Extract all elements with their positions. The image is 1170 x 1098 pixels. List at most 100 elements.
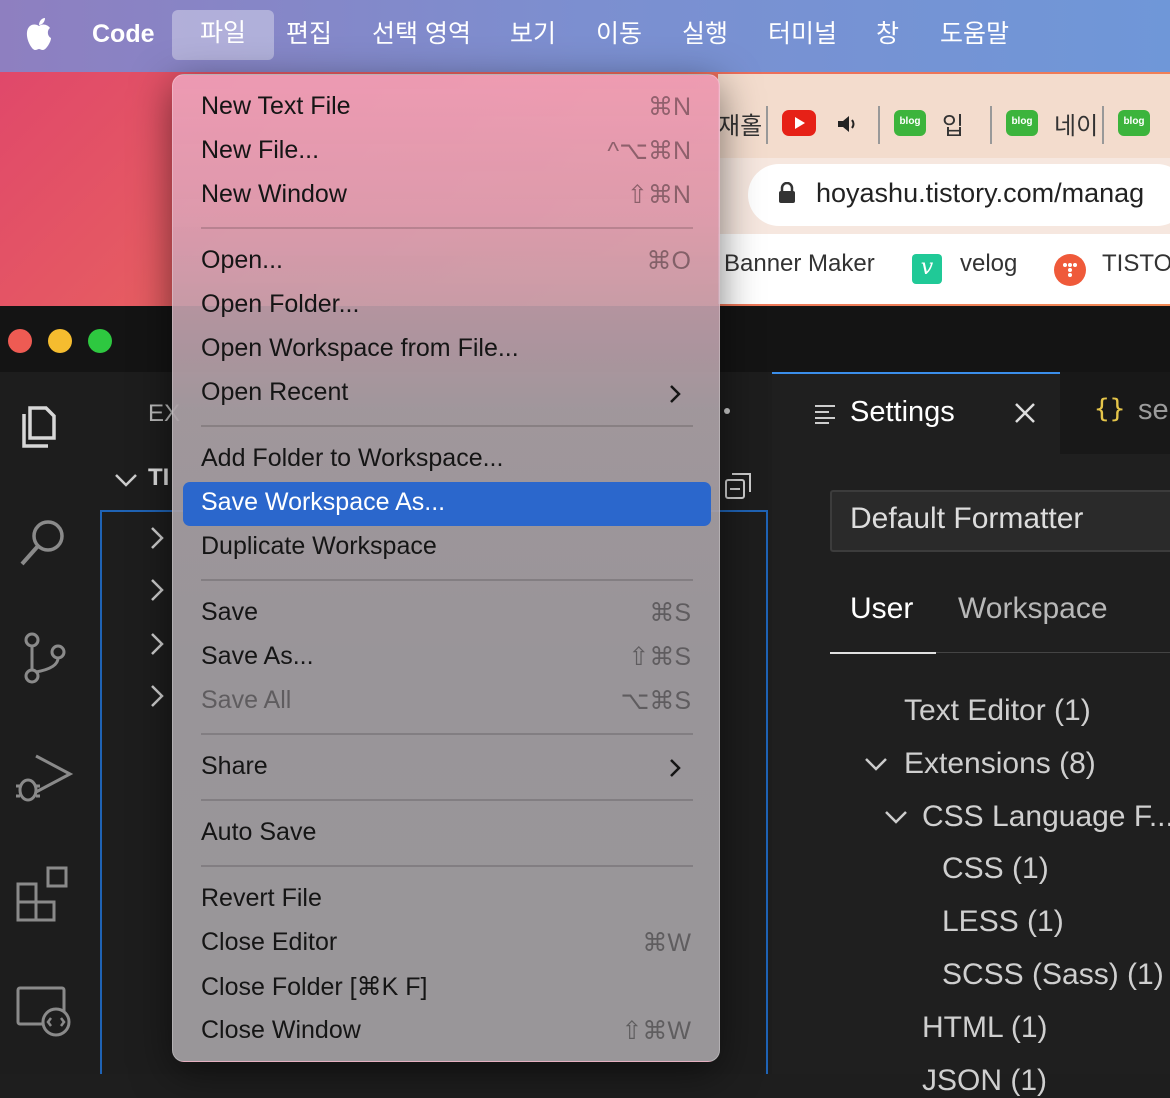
menu-selection[interactable]: 선택 영역 (372, 0, 471, 72)
tab-separator (990, 106, 992, 144)
tab-settings-json-label[interactable]: se (1138, 394, 1169, 427)
search-icon[interactable] (14, 512, 74, 572)
menu-item-add-folder[interactable]: Add Folder to Workspace... (183, 438, 711, 482)
workspace-section-title[interactable]: TI (148, 464, 169, 492)
close-window-button[interactable] (8, 329, 32, 353)
tab-settings[interactable]: Settings (772, 372, 1060, 454)
menu-shortcut: ⌥⌘S (620, 687, 691, 715)
menu-item-new-text-file[interactable]: New Text File ⌘N (183, 86, 711, 130)
menu-item-label: New File... (201, 136, 320, 164)
chevron-right-icon[interactable] (150, 632, 164, 656)
menu-item-new-window[interactable]: New Window ⇧⌘N (183, 174, 711, 218)
toc-item-css-language[interactable]: CSS Language F... (922, 800, 1170, 834)
bookmark-velog[interactable]: velog (960, 250, 1017, 278)
menu-item-open-workspace[interactable]: Open Workspace from File... (183, 328, 711, 372)
chevron-down-icon[interactable] (864, 756, 888, 772)
menu-item-label: Open Folder... (201, 290, 360, 318)
menu-item-close-editor[interactable]: Close Editor ⌘W (183, 922, 711, 966)
minimize-window-button[interactable] (48, 329, 72, 353)
menu-item-new-file[interactable]: New File... ^⌥⌘N (183, 130, 711, 174)
more-actions-icon[interactable] (724, 408, 730, 414)
activity-bar (0, 372, 100, 1074)
extensions-icon[interactable] (14, 862, 74, 922)
menu-shortcut: ⇧⌘W (621, 1017, 691, 1045)
toc-item-json[interactable]: JSON (1) (922, 1064, 1047, 1098)
menu-shortcut: ⌘O (646, 247, 691, 275)
chevron-right-icon[interactable] (150, 684, 164, 708)
chevron-down-icon[interactable] (114, 470, 138, 490)
toc-item-css[interactable]: CSS (1) (942, 852, 1049, 886)
menu-window[interactable]: 창 (876, 0, 899, 72)
menu-item-open[interactable]: Open... ⌘O (183, 240, 711, 284)
settings-search-input[interactable]: Default Formatter (830, 490, 1170, 552)
close-icon[interactable] (1014, 402, 1036, 424)
toc-item-scss[interactable]: SCSS (Sass) (1) (942, 958, 1164, 992)
toc-item-extensions[interactable]: Extensions (8) (904, 747, 1096, 781)
toc-item-html[interactable]: HTML (1) (922, 1011, 1048, 1045)
menu-app-code[interactable]: Code (92, 0, 155, 72)
menu-shortcut: ⇧⌘N (626, 181, 691, 209)
menu-item-label: Revert File (201, 884, 322, 912)
menu-item-label: New Text File (201, 92, 351, 120)
browser-tab-label[interactable]: 네이 (1054, 106, 1098, 141)
menu-shortcut: ⌘S (649, 599, 691, 627)
bookmark-banner-maker[interactable]: Banner Maker (724, 250, 875, 278)
menu-run[interactable]: 실행 (682, 0, 728, 72)
menu-go[interactable]: 이동 (596, 0, 642, 72)
menu-item-label: Open Workspace from File... (201, 334, 519, 362)
menu-item-share[interactable]: Share (183, 746, 711, 790)
tab-user-settings[interactable]: User (850, 592, 913, 626)
menu-item-save-workspace-as[interactable]: Save Workspace As... (183, 482, 711, 526)
menu-item-label: Auto Save (201, 818, 317, 846)
blog-icon[interactable]: blog (894, 110, 926, 136)
menu-item-auto-save[interactable]: Auto Save (183, 812, 711, 856)
menu-item-label: Share (201, 752, 268, 780)
lock-icon (779, 182, 795, 203)
browser-window: 재홀 blog 입 blog 네이 blog hoyashu.tistory.c… (718, 74, 1170, 304)
menu-item-close-window[interactable]: Close Window ⇧⌘W (183, 1010, 711, 1054)
blog-icon[interactable]: blog (1006, 110, 1038, 136)
blog-icon[interactable]: blog (1118, 110, 1150, 136)
youtube-icon[interactable] (782, 110, 816, 136)
menu-item-duplicate-workspace[interactable]: Duplicate Workspace (183, 526, 711, 570)
menu-separator (201, 733, 693, 735)
chevron-right-icon[interactable] (150, 526, 164, 550)
menu-file[interactable]: 파일 (172, 10, 274, 60)
menu-item-open-folder[interactable]: Open Folder... (183, 284, 711, 328)
tab-separator (878, 106, 880, 144)
address-bar[interactable]: hoyashu.tistory.com/manag (748, 164, 1170, 226)
menu-item-save-as[interactable]: Save As... ⇧⌘S (183, 636, 711, 680)
explorer-icon[interactable] (14, 394, 74, 454)
menu-item-label: Open... (201, 246, 283, 274)
menu-edit[interactable]: 편집 (286, 0, 332, 72)
menu-shortcut: ^⌥⌘N (607, 137, 691, 165)
menu-item-save[interactable]: Save ⌘S (183, 592, 711, 636)
remote-explorer-icon[interactable] (14, 982, 74, 1042)
menu-terminal[interactable]: 터미널 (768, 0, 837, 72)
menu-shortcut: ⌘W (642, 929, 691, 957)
browser-tab-label[interactable]: 재홀 (718, 106, 762, 141)
chevron-down-icon[interactable] (884, 809, 908, 825)
tab-workspace-settings[interactable]: Workspace (958, 592, 1108, 626)
bookmark-tistory[interactable]: TISTO (1102, 250, 1170, 278)
toc-item-text-editor[interactable]: Text Editor (1) (904, 694, 1091, 728)
url-text[interactable]: hoyashu.tistory.com/manag (816, 178, 1144, 209)
menu-item-revert-file[interactable]: Revert File (183, 878, 711, 922)
source-control-icon[interactable] (14, 628, 74, 688)
run-debug-icon[interactable] (14, 746, 74, 806)
toc-item-less[interactable]: LESS (1) (942, 905, 1064, 939)
collapse-all-icon[interactable] (724, 472, 752, 500)
maximize-window-button[interactable] (88, 329, 112, 353)
apple-logo-icon[interactable] (24, 16, 54, 52)
speaker-icon[interactable] (836, 114, 860, 134)
file-menu-dropdown: New Text File ⌘N New File... ^⌥⌘N New Wind… (172, 74, 720, 1062)
menu-separator (201, 579, 693, 581)
tab-settings-label: Settings (850, 396, 955, 428)
menu-item-open-recent[interactable]: Open Recent (183, 372, 711, 416)
menu-item-close-folder[interactable]: Close Folder [⌘K F] (183, 966, 711, 1010)
mac-menu-bar: Code 파일 편집 선택 영역 보기 이동 실행 터미널 창 도움말 (0, 0, 1170, 72)
browser-tab-label[interactable]: 입 (942, 106, 964, 141)
menu-help[interactable]: 도움말 (940, 0, 1009, 72)
chevron-right-icon[interactable] (150, 578, 164, 602)
menu-view[interactable]: 보기 (510, 0, 556, 72)
